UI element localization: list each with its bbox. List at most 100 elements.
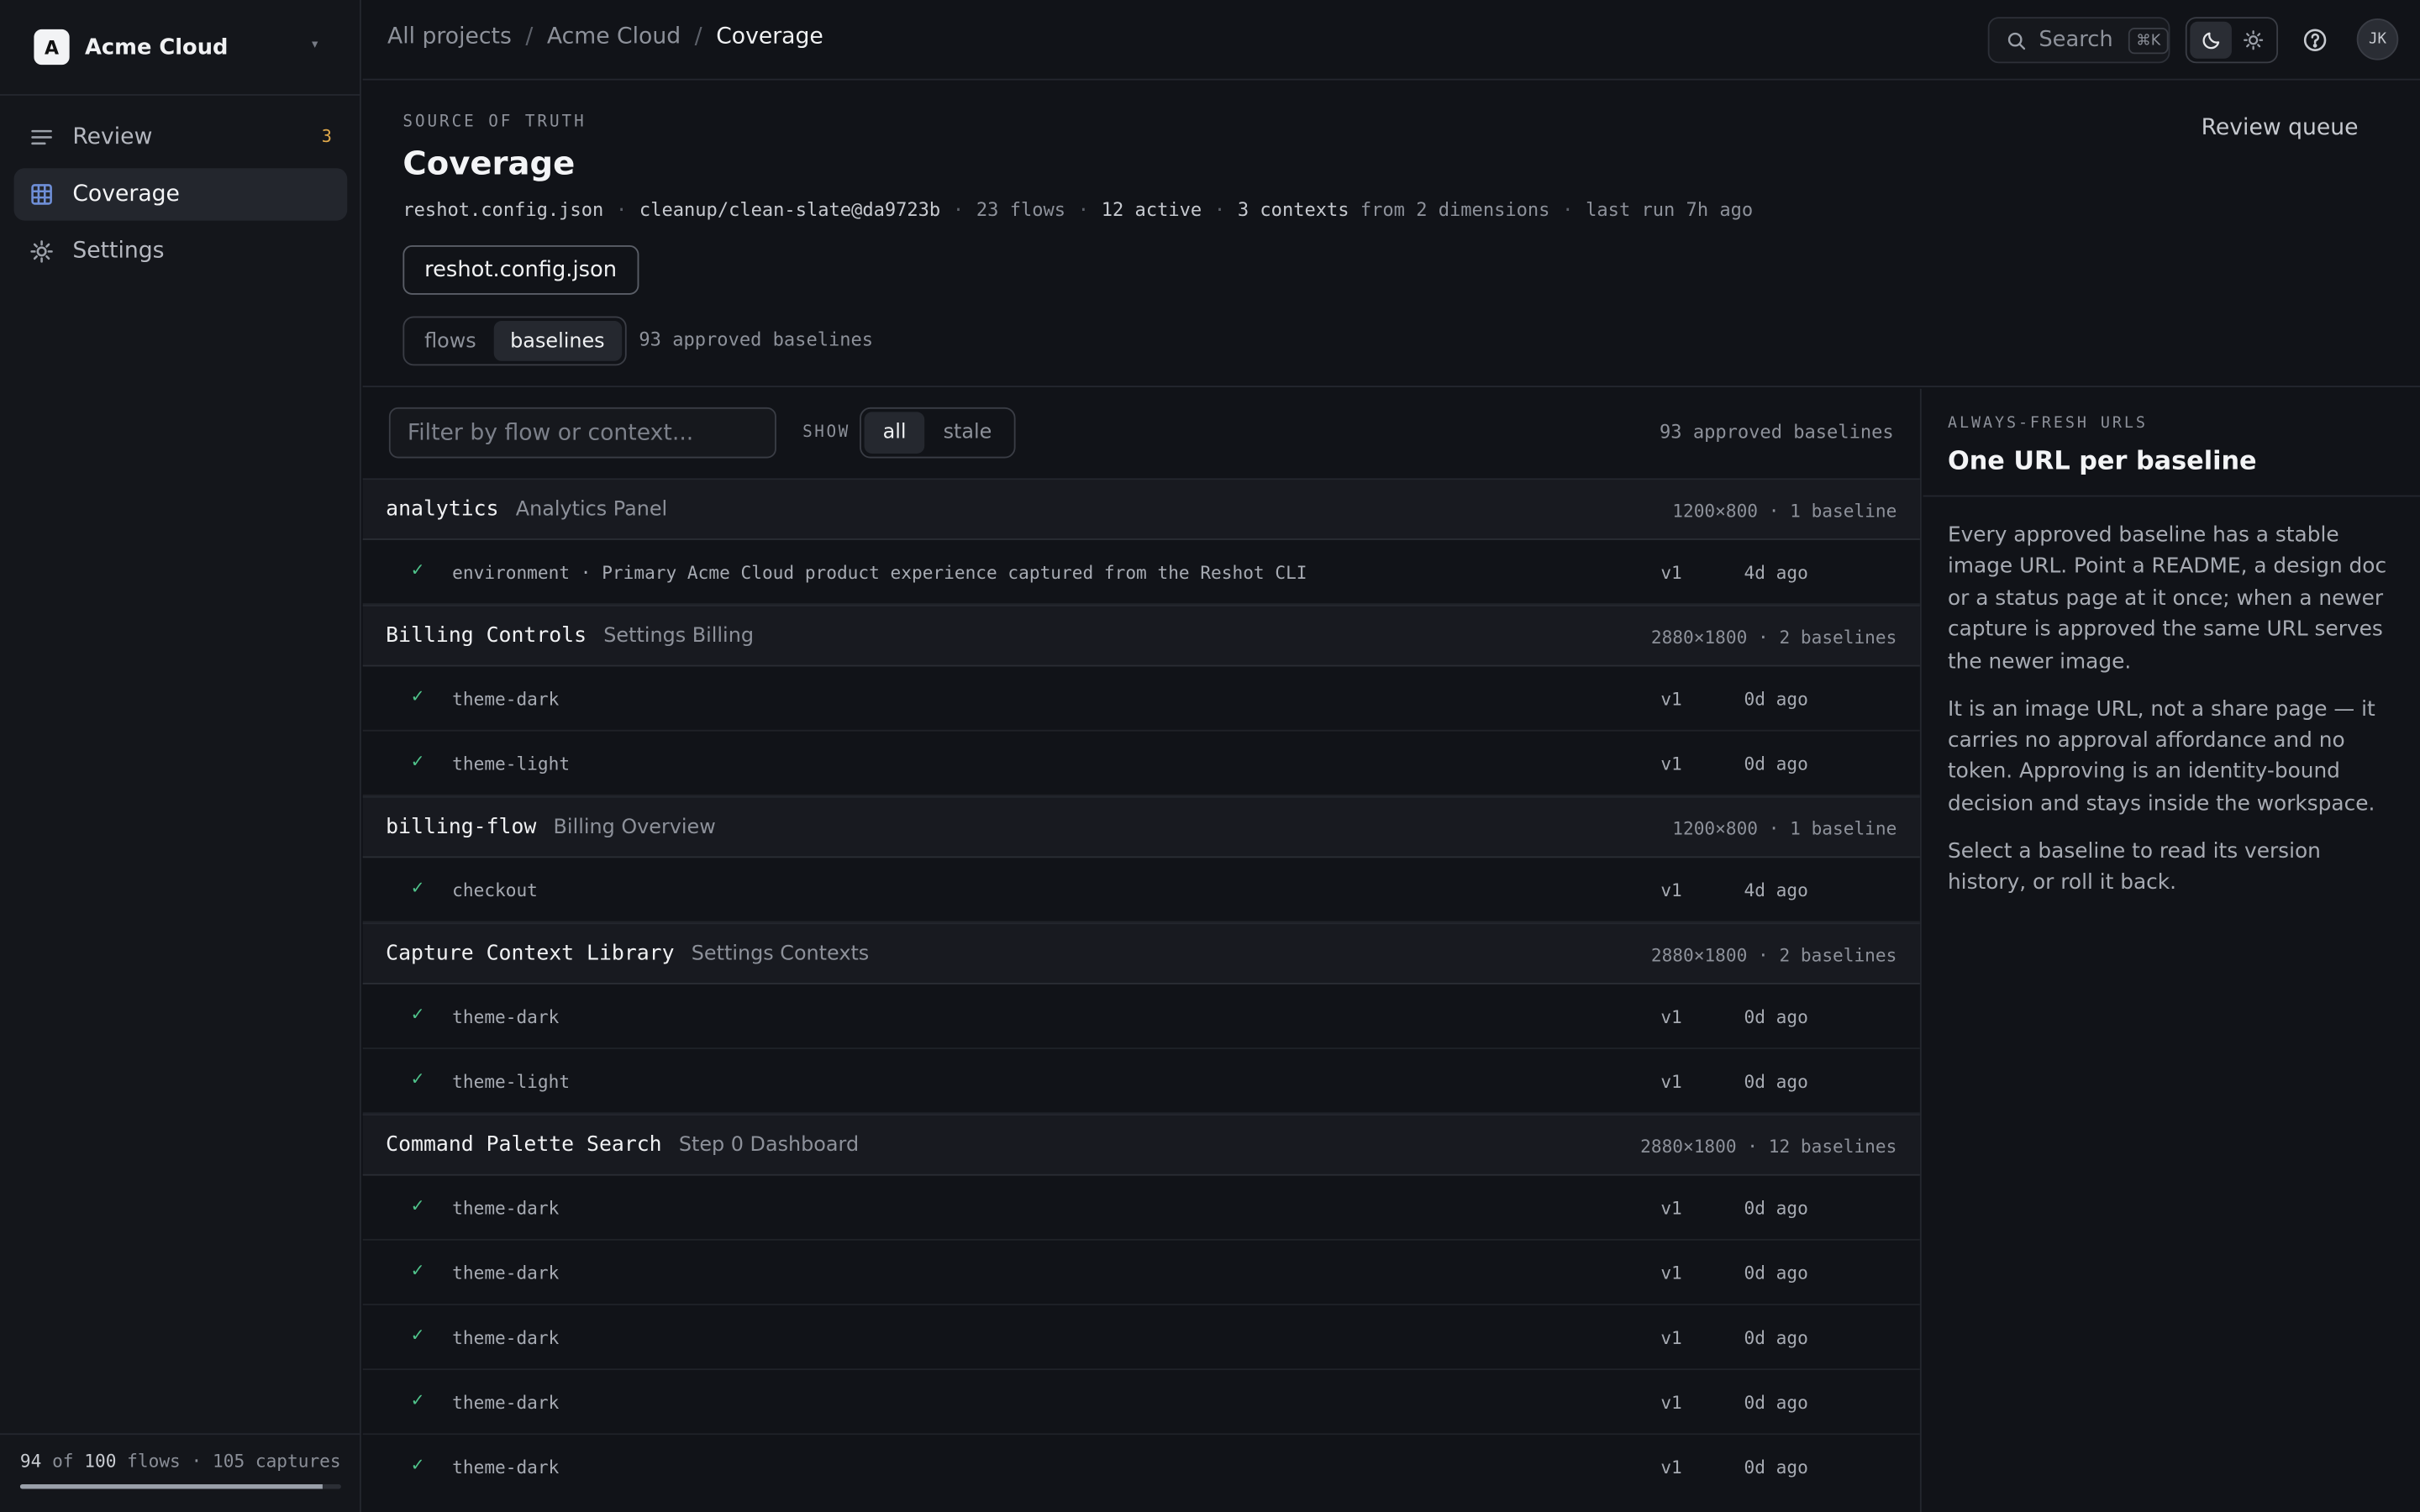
breadcrumb-current: Coverage: [716, 24, 823, 50]
page-meta: reshot.config.json · cleanup/clean-slate@d…: [402, 198, 1754, 221]
flow-group-header[interactable]: Capture Context Library Settings Contexts…: [362, 922, 1920, 984]
baseline-context: theme-dark: [452, 1262, 560, 1284]
sun-icon: [2243, 30, 2263, 50]
sidebar-item-label: Review: [72, 124, 153, 150]
flow-name: Command Palette Search: [386, 1132, 662, 1158]
check-icon: ✓: [410, 559, 425, 580]
meta-flows: 23 flows: [976, 198, 1066, 221]
baseline-version: v1: [1660, 1391, 1682, 1414]
sidebar: A Acme Cloud ▾ Review 3 Coverage Setting…: [0, 0, 361, 1512]
coverage-summary: 94 of 100 flows · 105 captures: [19, 1450, 341, 1473]
tab-baselines[interactable]: baselines: [492, 321, 622, 361]
baseline-row[interactable]: ✓ theme-light v1 0d ago: [362, 732, 1920, 796]
show-toggle: all stale: [860, 407, 1015, 459]
theme-light-button[interactable]: [2232, 22, 2274, 59]
list-icon: [31, 129, 52, 145]
check-icon: ✓: [410, 1068, 425, 1089]
search-shortcut: ⌘K: [2128, 27, 2169, 54]
baseline-version: v1: [1660, 561, 1682, 584]
baseline-context: theme-dark: [452, 1005, 560, 1028]
check-icon: ✓: [410, 1260, 425, 1281]
baseline-row[interactable]: ✓ theme-dark v1 0d ago: [362, 1241, 1920, 1305]
baseline-list: SHOW all stale 93 approved baselines ana…: [362, 388, 1922, 1512]
baseline-row[interactable]: ✓ theme-dark v1 0d ago: [363, 1435, 1920, 1499]
show-all-button[interactable]: all: [864, 412, 925, 454]
baseline-version: v1: [1660, 1456, 1682, 1478]
baseline-context: checkout: [452, 879, 538, 901]
list-count: 93 approved baselines: [1660, 421, 1894, 444]
baseline-row[interactable]: ✓ theme-dark v1 0d ago: [362, 984, 1920, 1049]
avatar[interactable]: JK: [2356, 18, 2399, 60]
flow-dimensions: 2880×1800 · 12 baselines: [1640, 1135, 1897, 1158]
baseline-version: v1: [1660, 1005, 1682, 1028]
show-stale-button[interactable]: stale: [925, 412, 1011, 454]
baseline-row[interactable]: ✓ checkout v1 4d ago: [362, 858, 1920, 923]
coverage-progress-fill: [19, 1483, 322, 1489]
meta-contexts: 3 contexts: [1237, 198, 1349, 221]
panel-divider: [1923, 495, 2420, 497]
check-icon: ✓: [410, 1004, 425, 1025]
breadcrumb-project[interactable]: Acme Cloud: [547, 24, 681, 49]
coverage-progress-bar: [19, 1483, 341, 1489]
page-eyebrow: SOURCE OF TRUTH: [402, 113, 587, 132]
breadcrumb: All projects / Acme Cloud / Coverage: [387, 24, 823, 49]
page-header: SOURCE OF TRUTH Coverage reshot.config.j…: [362, 81, 2420, 388]
check-icon: ✓: [410, 1325, 425, 1346]
baseline-row[interactable]: ✓ theme-dark v1 0d ago: [362, 666, 1920, 732]
check-icon: ✓: [410, 878, 425, 898]
gear-icon: [30, 240, 53, 263]
flow-group-header[interactable]: analytics Analytics Panel 1200×800 · 1 bas…: [362, 478, 1920, 540]
check-icon: ✓: [410, 1455, 425, 1475]
sidebar-item-review[interactable]: Review 3: [14, 111, 348, 163]
view-toggle: flows baselines: [402, 316, 627, 366]
check-icon: ✓: [410, 686, 425, 707]
page-title: Coverage: [402, 144, 576, 182]
theme-toggle: [2185, 17, 2279, 64]
flow-group-header[interactable]: billing-flow Billing Overview 1200×800 · 1…: [362, 795, 1920, 858]
baseline-row[interactable]: ✓ theme-dark v1 0d ago: [362, 1370, 1920, 1436]
breadcrumb-all-projects[interactable]: All projects: [387, 24, 512, 49]
panel-paragraph: Every approved baseline has a stable ima…: [1947, 522, 2387, 674]
baseline-age: 0d ago: [1744, 1391, 1808, 1414]
info-panel: ALWAYS-FRESH URLS One URL per baseline E…: [1923, 389, 2420, 1512]
config-file-button[interactable]: reshot.config.json: [402, 245, 639, 295]
panel-title: One URL per baseline: [1947, 445, 2257, 475]
review-count-badge: 3: [321, 126, 332, 147]
tab-flows[interactable]: flows: [408, 321, 493, 361]
search-label: Search: [2039, 28, 2113, 53]
baseline-context: theme-dark: [452, 1197, 560, 1220]
baseline-row[interactable]: ✓ environment · Primary Acme Cloud produc…: [362, 540, 1920, 606]
flow-page: Step 0 Dashboard: [678, 1133, 860, 1157]
grid-icon: [31, 184, 52, 205]
sidebar-footer: 94 of 100 flows · 105 captures: [0, 1433, 361, 1512]
baseline-age: 0d ago: [1744, 753, 1808, 775]
flow-name: analytics: [386, 496, 499, 522]
flow-group-header[interactable]: Command Palette Search Step 0 Dashboard 28…: [362, 1114, 1920, 1176]
filter-input[interactable]: [388, 407, 776, 459]
sidebar-item-label: Settings: [72, 239, 165, 265]
chevron-down-icon: ▾: [311, 37, 318, 51]
review-queue-link[interactable]: Review queue: [2202, 116, 2359, 140]
moon-icon: [2202, 32, 2219, 50]
sidebar-item-settings[interactable]: Settings: [14, 225, 348, 277]
theme-dark-button[interactable]: [2190, 21, 2232, 59]
sidebar-item-coverage[interactable]: Coverage: [13, 168, 348, 221]
baseline-row[interactable]: ✓ theme-dark v1 0d ago: [362, 1176, 1920, 1241]
baseline-context: theme-light: [452, 753, 571, 775]
topbar: All projects / Acme Cloud / Coverage Sea…: [362, 0, 2420, 81]
sidebar-item-label: Coverage: [72, 181, 180, 207]
flow-group-header[interactable]: Billing Controls Settings Billing 2880×180…: [362, 605, 1920, 667]
breadcrumb-separator: /: [525, 24, 534, 50]
baseline-row[interactable]: ✓ theme-light v1 0d ago: [362, 1049, 1920, 1115]
meta-last-run: last run 7h ago: [1586, 198, 1754, 221]
sidebar-nav: Review 3 Coverage Settings: [13, 111, 348, 282]
flow-groups: analytics Analytics Panel 1200×800 · 1 bas…: [362, 478, 1920, 1499]
baseline-age: 0d ago: [1744, 1197, 1808, 1220]
search-button[interactable]: Search ⌘K: [1987, 17, 2170, 64]
baseline-age: 0d ago: [1744, 688, 1808, 710]
baseline-context: theme-dark: [452, 1326, 560, 1349]
baseline-row[interactable]: ✓ theme-dark v1 0d ago: [362, 1305, 1920, 1371]
baseline-count: 93 approved baselines: [639, 328, 874, 350]
help-icon[interactable]: [2302, 28, 2327, 52]
workspace-switcher[interactable]: A Acme Cloud ▾: [0, 0, 361, 96]
